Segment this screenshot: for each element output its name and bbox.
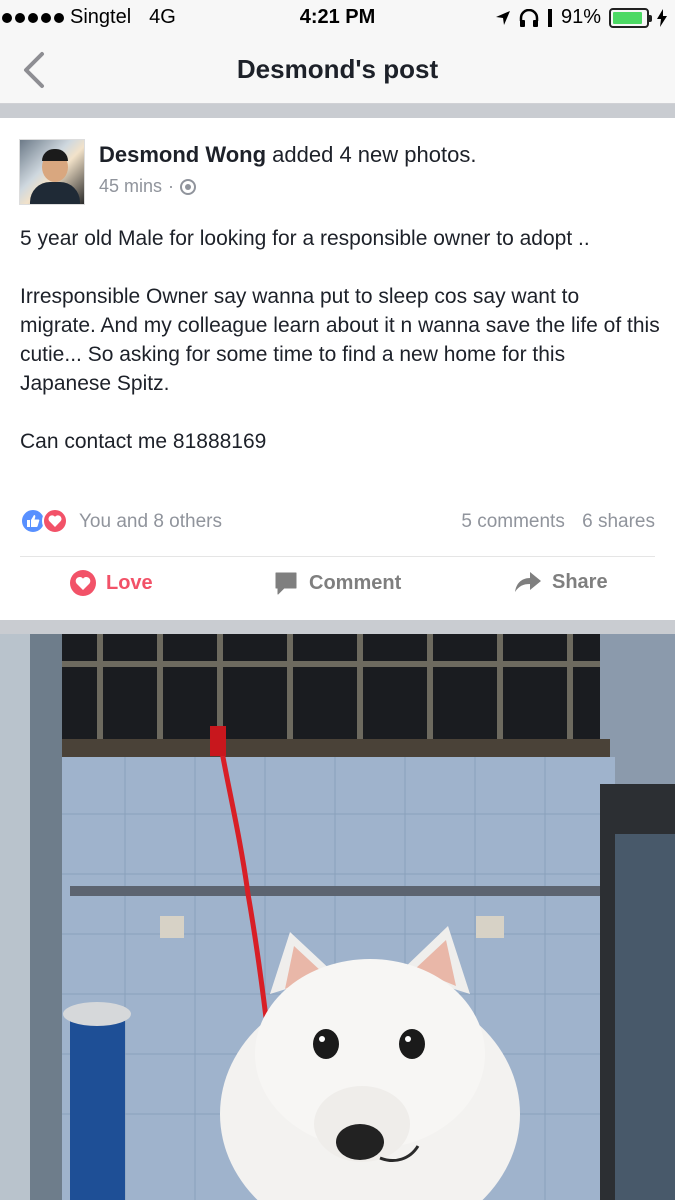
dog-photo-image xyxy=(0,634,675,1200)
engagement-counts: 5 comments 6 shares xyxy=(461,511,655,533)
separator-band xyxy=(0,104,675,118)
reaction-icons[interactable] xyxy=(20,508,68,534)
bluetooth-icon xyxy=(547,8,552,27)
charging-icon xyxy=(657,8,667,27)
post-card: Desmond Wong added 4 new photos. 45 mins… xyxy=(0,118,675,620)
post-photo[interactable] xyxy=(0,634,675,1200)
love-label: Love xyxy=(106,571,153,594)
comment-icon xyxy=(275,572,297,595)
action-bar: Love Comment Share xyxy=(0,570,675,606)
battery-icon xyxy=(609,7,652,28)
author-name[interactable]: Desmond Wong xyxy=(99,142,266,167)
share-arrow-icon xyxy=(515,572,541,592)
shares-count[interactable]: 6 shares xyxy=(582,511,655,532)
avatar[interactable] xyxy=(19,139,85,205)
divider xyxy=(20,556,655,557)
reactions-summary[interactable]: You and 8 others xyxy=(79,511,222,533)
love-icon xyxy=(42,508,68,534)
post-paragraph: 5 year old Male for looking for a respon… xyxy=(20,227,590,250)
post-paragraph: Irresponsible Owner say wanna put to sle… xyxy=(20,285,660,395)
reactions-row: You and 8 others 5 comments 6 shares xyxy=(20,508,655,538)
share-label: Share xyxy=(552,570,608,593)
post-meta: 45 mins · xyxy=(99,176,197,197)
post-action-text: added 4 new photos. xyxy=(272,142,477,167)
globe-icon xyxy=(180,178,197,195)
comment-button[interactable]: Comment xyxy=(273,570,401,596)
battery-percent: 91% xyxy=(560,6,601,28)
post-timestamp[interactable]: 45 mins xyxy=(99,176,162,197)
battery-level xyxy=(613,11,643,24)
share-button[interactable]: Share xyxy=(514,570,608,594)
post-header: Desmond Wong added 4 new photos. xyxy=(99,142,476,168)
status-right: 91% xyxy=(495,6,667,29)
post-body: 5 year old Male for looking for a respon… xyxy=(20,224,660,456)
nav-bar: Desmond's post xyxy=(0,36,675,104)
headphones-icon xyxy=(519,8,539,27)
comment-label: Comment xyxy=(309,571,402,594)
separator-band xyxy=(0,620,675,634)
status-bar: Singtel 4G 4:21 PM 91% xyxy=(0,0,675,36)
page-title: Desmond's post xyxy=(236,54,439,84)
heart-icon xyxy=(70,570,96,596)
love-button[interactable]: Love xyxy=(70,570,153,596)
comments-count[interactable]: 5 comments xyxy=(461,511,564,532)
location-arrow-icon xyxy=(495,10,510,25)
meta-separator: · xyxy=(168,176,175,196)
post-paragraph: Can contact me 81888169 xyxy=(20,430,267,453)
